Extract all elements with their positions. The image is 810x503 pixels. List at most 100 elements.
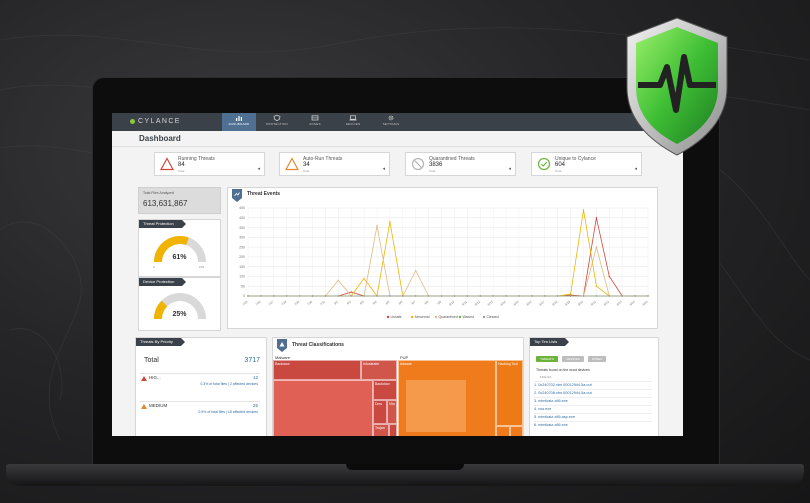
x-tick-label: 8/11 <box>461 299 468 306</box>
classification-treemap: Backdoor Infostealer Backdoor Dow Viru T… <box>273 360 523 436</box>
legend-label[interactable]: Abnormal <box>415 315 430 319</box>
data-point <box>376 295 378 297</box>
stat-value: 84 <box>178 162 185 168</box>
legend-label[interactable]: Waived <box>463 315 475 319</box>
top-ten-row[interactable]: 3. mimikatz-x86.exe <box>534 397 652 405</box>
priority-row-high[interactable]: HIG... 12 0.3% of total files | 2 affect… <box>140 373 260 388</box>
treemap-cell[interactable]: Infostealer <box>361 360 397 380</box>
brand-logo[interactable]: CYLANCE <box>130 118 181 125</box>
priority-detail[interactable]: 0.9% of total files | 18 affected device… <box>198 410 258 414</box>
treemap-cell[interactable]: Hacking Tool <box>496 360 523 426</box>
x-tick-label: 8/7 <box>411 299 417 305</box>
priority-total-value[interactable]: 3717 <box>244 357 260 364</box>
data-point <box>337 295 340 297</box>
treemap-cell[interactable] <box>510 426 523 436</box>
data-point <box>427 295 430 297</box>
nav-label: DASHBOARD <box>228 122 250 126</box>
legend-label[interactable]: Quarantined <box>439 315 458 319</box>
threat-events-title: Threat Events <box>247 191 281 197</box>
data-point <box>363 295 365 297</box>
view-arrow-icon[interactable]: ◂ <box>508 166 511 172</box>
treemap-cell[interactable]: Backdoor <box>373 380 397 400</box>
data-point <box>350 295 352 297</box>
data-point <box>531 295 533 297</box>
x-tick-label: 8/10 <box>448 299 455 306</box>
data-point <box>569 293 572 295</box>
nav-protection[interactable]: PROTECTION <box>260 113 294 131</box>
treemap-highlight <box>406 380 466 432</box>
x-tick-label: 7/30 <box>306 299 313 306</box>
priority-row-medium[interactable]: MEDIUM 25 0.9% of total files | 18 affec… <box>140 401 260 416</box>
treemap-cell[interactable] <box>389 424 397 436</box>
x-tick-label: 8/4 <box>372 299 378 305</box>
page-title: Dashboard <box>139 134 181 143</box>
treemap-cell[interactable]: Trojan <box>373 424 389 436</box>
data-point <box>376 224 378 227</box>
view-arrow-icon[interactable]: ◂ <box>634 166 637 172</box>
cylance-icon <box>537 157 551 171</box>
tab-zones[interactable]: ZONES <box>588 356 606 362</box>
brand-name: CYLANCE <box>138 118 181 125</box>
priority-detail[interactable]: 0.3% of total files | 2 affected devices <box>200 382 258 386</box>
medium-priority-icon <box>141 404 147 409</box>
x-tick-label: 7/29 <box>293 299 300 306</box>
legend-swatch <box>410 315 414 319</box>
data-point <box>595 246 598 248</box>
top-ten-row[interactable]: 6. mimikatz-x86.exe <box>534 421 652 429</box>
blocked-icon <box>411 157 425 171</box>
treemap-cell[interactable] <box>496 426 510 436</box>
tab-devices[interactable]: DEVICES <box>562 356 584 362</box>
view-arrow-icon[interactable]: ◂ <box>382 166 385 172</box>
nav-settings[interactable]: SETTINGS <box>374 113 408 131</box>
treemap-cell-large[interactable] <box>273 380 373 436</box>
legend-swatch <box>434 315 438 319</box>
legend-label[interactable]: Cleared <box>487 315 499 319</box>
top-ten-row[interactable]: 2. 0c240708.vbn.00012944.5a.out <box>534 389 652 397</box>
treemap-cell[interactable]: Dow <box>373 400 387 424</box>
stat-sub: Total <box>178 169 185 173</box>
view-arrow-icon[interactable]: ◂ <box>257 166 260 172</box>
data-point <box>505 295 507 297</box>
top-ten-row[interactable]: 1. 0c240702.vbn.00012944.5a.out <box>534 381 652 389</box>
priority-count[interactable]: 25 <box>253 403 258 408</box>
data-point <box>402 295 404 297</box>
stat-card-quarantined-threats[interactable]: Quarantined Threats 3836 Total ◂ <box>405 152 516 176</box>
y-tick-label: 250 <box>239 245 245 249</box>
gauge-max: 100 <box>199 265 205 269</box>
priority-count[interactable]: 12 <box>253 375 258 380</box>
data-point <box>311 295 314 297</box>
x-tick-label: 8/16 <box>525 299 532 306</box>
data-point <box>389 295 391 297</box>
laptop-notch <box>346 464 464 470</box>
nav-devices[interactable]: DEVICES <box>336 113 370 131</box>
x-tick-label: 7/25 <box>242 299 249 306</box>
priority-name: MEDIUM <box>149 403 168 408</box>
shield-icon <box>273 115 281 121</box>
y-tick-label: 300 <box>239 236 245 240</box>
data-point <box>518 295 520 297</box>
x-tick-label: 8/23 <box>616 299 623 306</box>
treemap-cell[interactable]: Viru <box>387 400 397 424</box>
x-tick-label: 8/22 <box>603 299 610 306</box>
top-ten-row[interactable]: 4. ncs.exe <box>534 405 652 413</box>
threat-events-icon <box>232 189 242 202</box>
threat-classifications-card: Threat Classifications Malware PUP Backd… <box>272 337 524 436</box>
x-tick-label: 8/9 <box>436 299 442 305</box>
y-tick-label: 400 <box>239 216 245 220</box>
nav-dashboard[interactable]: DASHBOARD <box>222 113 256 131</box>
data-point <box>466 295 469 297</box>
top-ten-column-header: FILE NA <box>540 375 552 379</box>
top-ten-row[interactable]: 5. mimikatz-x86.asp.exe <box>534 413 652 421</box>
x-tick-label: 8/5 <box>385 299 391 305</box>
nav-zones[interactable]: ZONES <box>298 113 332 131</box>
tab-threats[interactable]: THREATS <box>536 356 558 362</box>
stat-card-running-threats[interactable]: Running Threats 84 Total ◂ <box>154 152 265 176</box>
shield-pulse-icon <box>626 17 728 156</box>
x-tick-label: 8/18 <box>551 299 558 306</box>
treemap-cell[interactable]: Backdoor <box>273 360 361 380</box>
stat-card-autorun-threats[interactable]: Auto-Run Threats 34 Total ◂ <box>279 152 390 176</box>
x-tick-label: 8/1 <box>333 299 339 305</box>
legend-label[interactable]: Unsafe <box>391 315 402 319</box>
nav-label: PROTECTION <box>266 122 288 126</box>
panel-title: Device Protection <box>139 278 187 286</box>
